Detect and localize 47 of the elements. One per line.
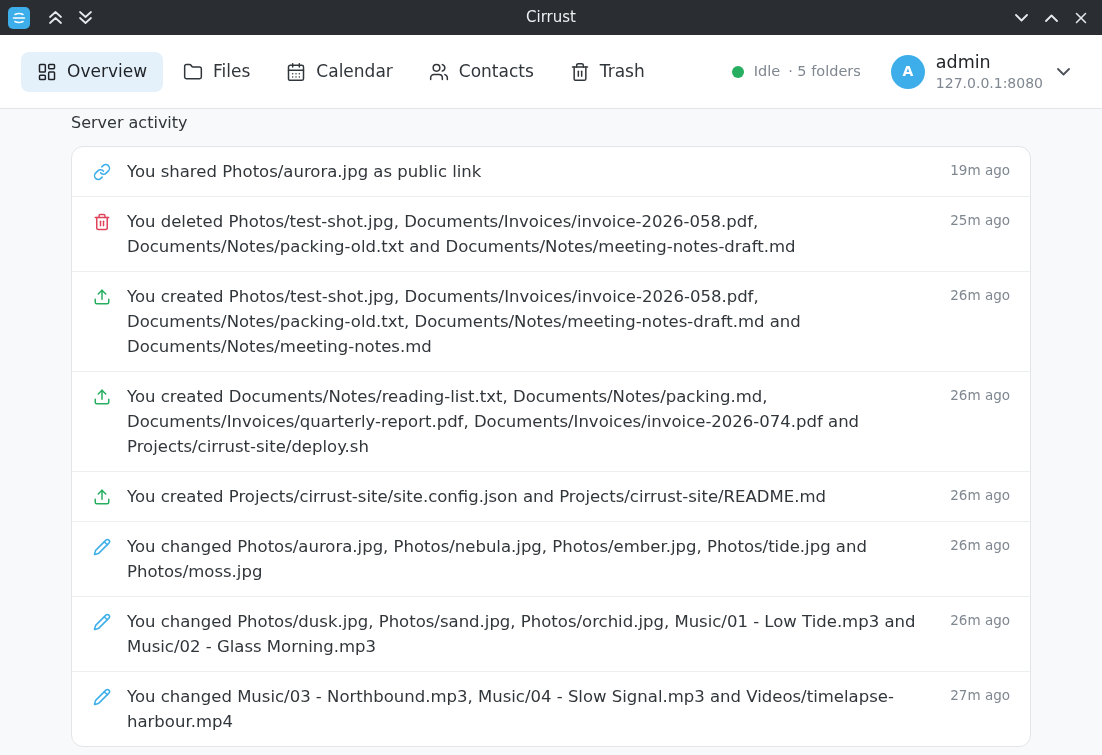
activity-text: You changed Photos/aurora.jpg, Photos/nebula.jpg, Photos/ember.jpg, Photos/tide.jpg and Photos/moss.jpg [127, 536, 868, 583]
pencil-icon [93, 537, 111, 556]
chevron-down-icon [1014, 13, 1028, 22]
nav-tab[interactable]: Overview [21, 51, 164, 92]
folder-count: · 5 folders [788, 61, 861, 81]
dashboard-icon [37, 61, 57, 82]
account-name: admin [935, 50, 992, 73]
activity-text: You created Documents/Notes/reading-list.txt, Documents/Notes/packing.md, Documents/Invoices/quarterly-report.pdf, Documents/Invoices/invoice-2026-074.pdf and Projects/cirrust-site/deploy.sh [127, 386, 861, 458]
activity-time: 25m ago [950, 211, 1010, 230]
activity-time: 26m ago [950, 611, 1010, 630]
upload-icon [93, 387, 111, 406]
trash-icon [569, 61, 590, 82]
server-address: 127.0.0.1:8080 [935, 73, 1043, 93]
trash-icon [93, 212, 111, 231]
status-label: Idle [753, 61, 781, 81]
activity-time: 26m ago [950, 536, 1010, 555]
chevrons-up-icon [48, 11, 62, 24]
avatar: A [890, 54, 925, 89]
nav-tab[interactable]: Contacts [412, 51, 550, 92]
activity-time: 26m ago [950, 286, 1010, 305]
link-icon [93, 162, 111, 181]
upload-icon [93, 287, 111, 306]
chevrons-down-icon [78, 11, 92, 24]
people-icon [428, 61, 449, 82]
activity-time: 26m ago [950, 486, 1010, 505]
chevron-down-icon [1056, 67, 1070, 76]
upload-icon [93, 487, 111, 506]
activity-text: You changed Music/03 - Northbound.mp3, Music/04 - Slow Signal.mp3 and Videos/timelapse-harbour.mp4 [127, 686, 895, 733]
activity-time: 26m ago [950, 386, 1010, 405]
nav-tab[interactable]: Calendar [270, 51, 409, 92]
window-title: Cirrust [526, 7, 576, 29]
activity-text: You created Photos/test-shot.jpg, Documents/Invoices/invoice-2026-058.pdf, Documents/Notes/packing-old.txt, Documents/Notes/meeting-notes-draft.md and Documents/Notes/meeting-notes.md [127, 286, 802, 358]
pencil-icon [93, 612, 111, 631]
nav-tab[interactable]: Files [167, 51, 267, 92]
activity-time: 19m ago [950, 161, 1010, 180]
nav-tab[interactable]: Trash [553, 51, 661, 92]
chevron-up-icon [1044, 13, 1058, 22]
app-logo-icon [8, 6, 30, 29]
section-heading: Server activity [71, 112, 189, 134]
calendar-icon [286, 61, 307, 82]
pencil-icon [93, 687, 111, 706]
activity-text: You shared Photos/aurora.jpg as public link [127, 161, 483, 183]
activity-text: You changed Photos/dusk.jpg, Photos/sand.jpg, Photos/orchid.jpg, Music/01 - Low Tide.mp3 and Music/02 - Glass Morning.mp3 [127, 611, 917, 658]
activity-time: 27m ago [950, 686, 1010, 705]
activity-text: You created Projects/cirrust-site/site.config.json and Projects/cirrust-site/README.md [127, 486, 827, 508]
activity-text: You deleted Photos/test-shot.jpg, Documents/Invoices/invoice-2026-058.pdf, Documents/Notes/packing-old.txt and Documents/Notes/meeting-notes-draft.md [127, 211, 797, 258]
folder-icon [183, 61, 204, 82]
